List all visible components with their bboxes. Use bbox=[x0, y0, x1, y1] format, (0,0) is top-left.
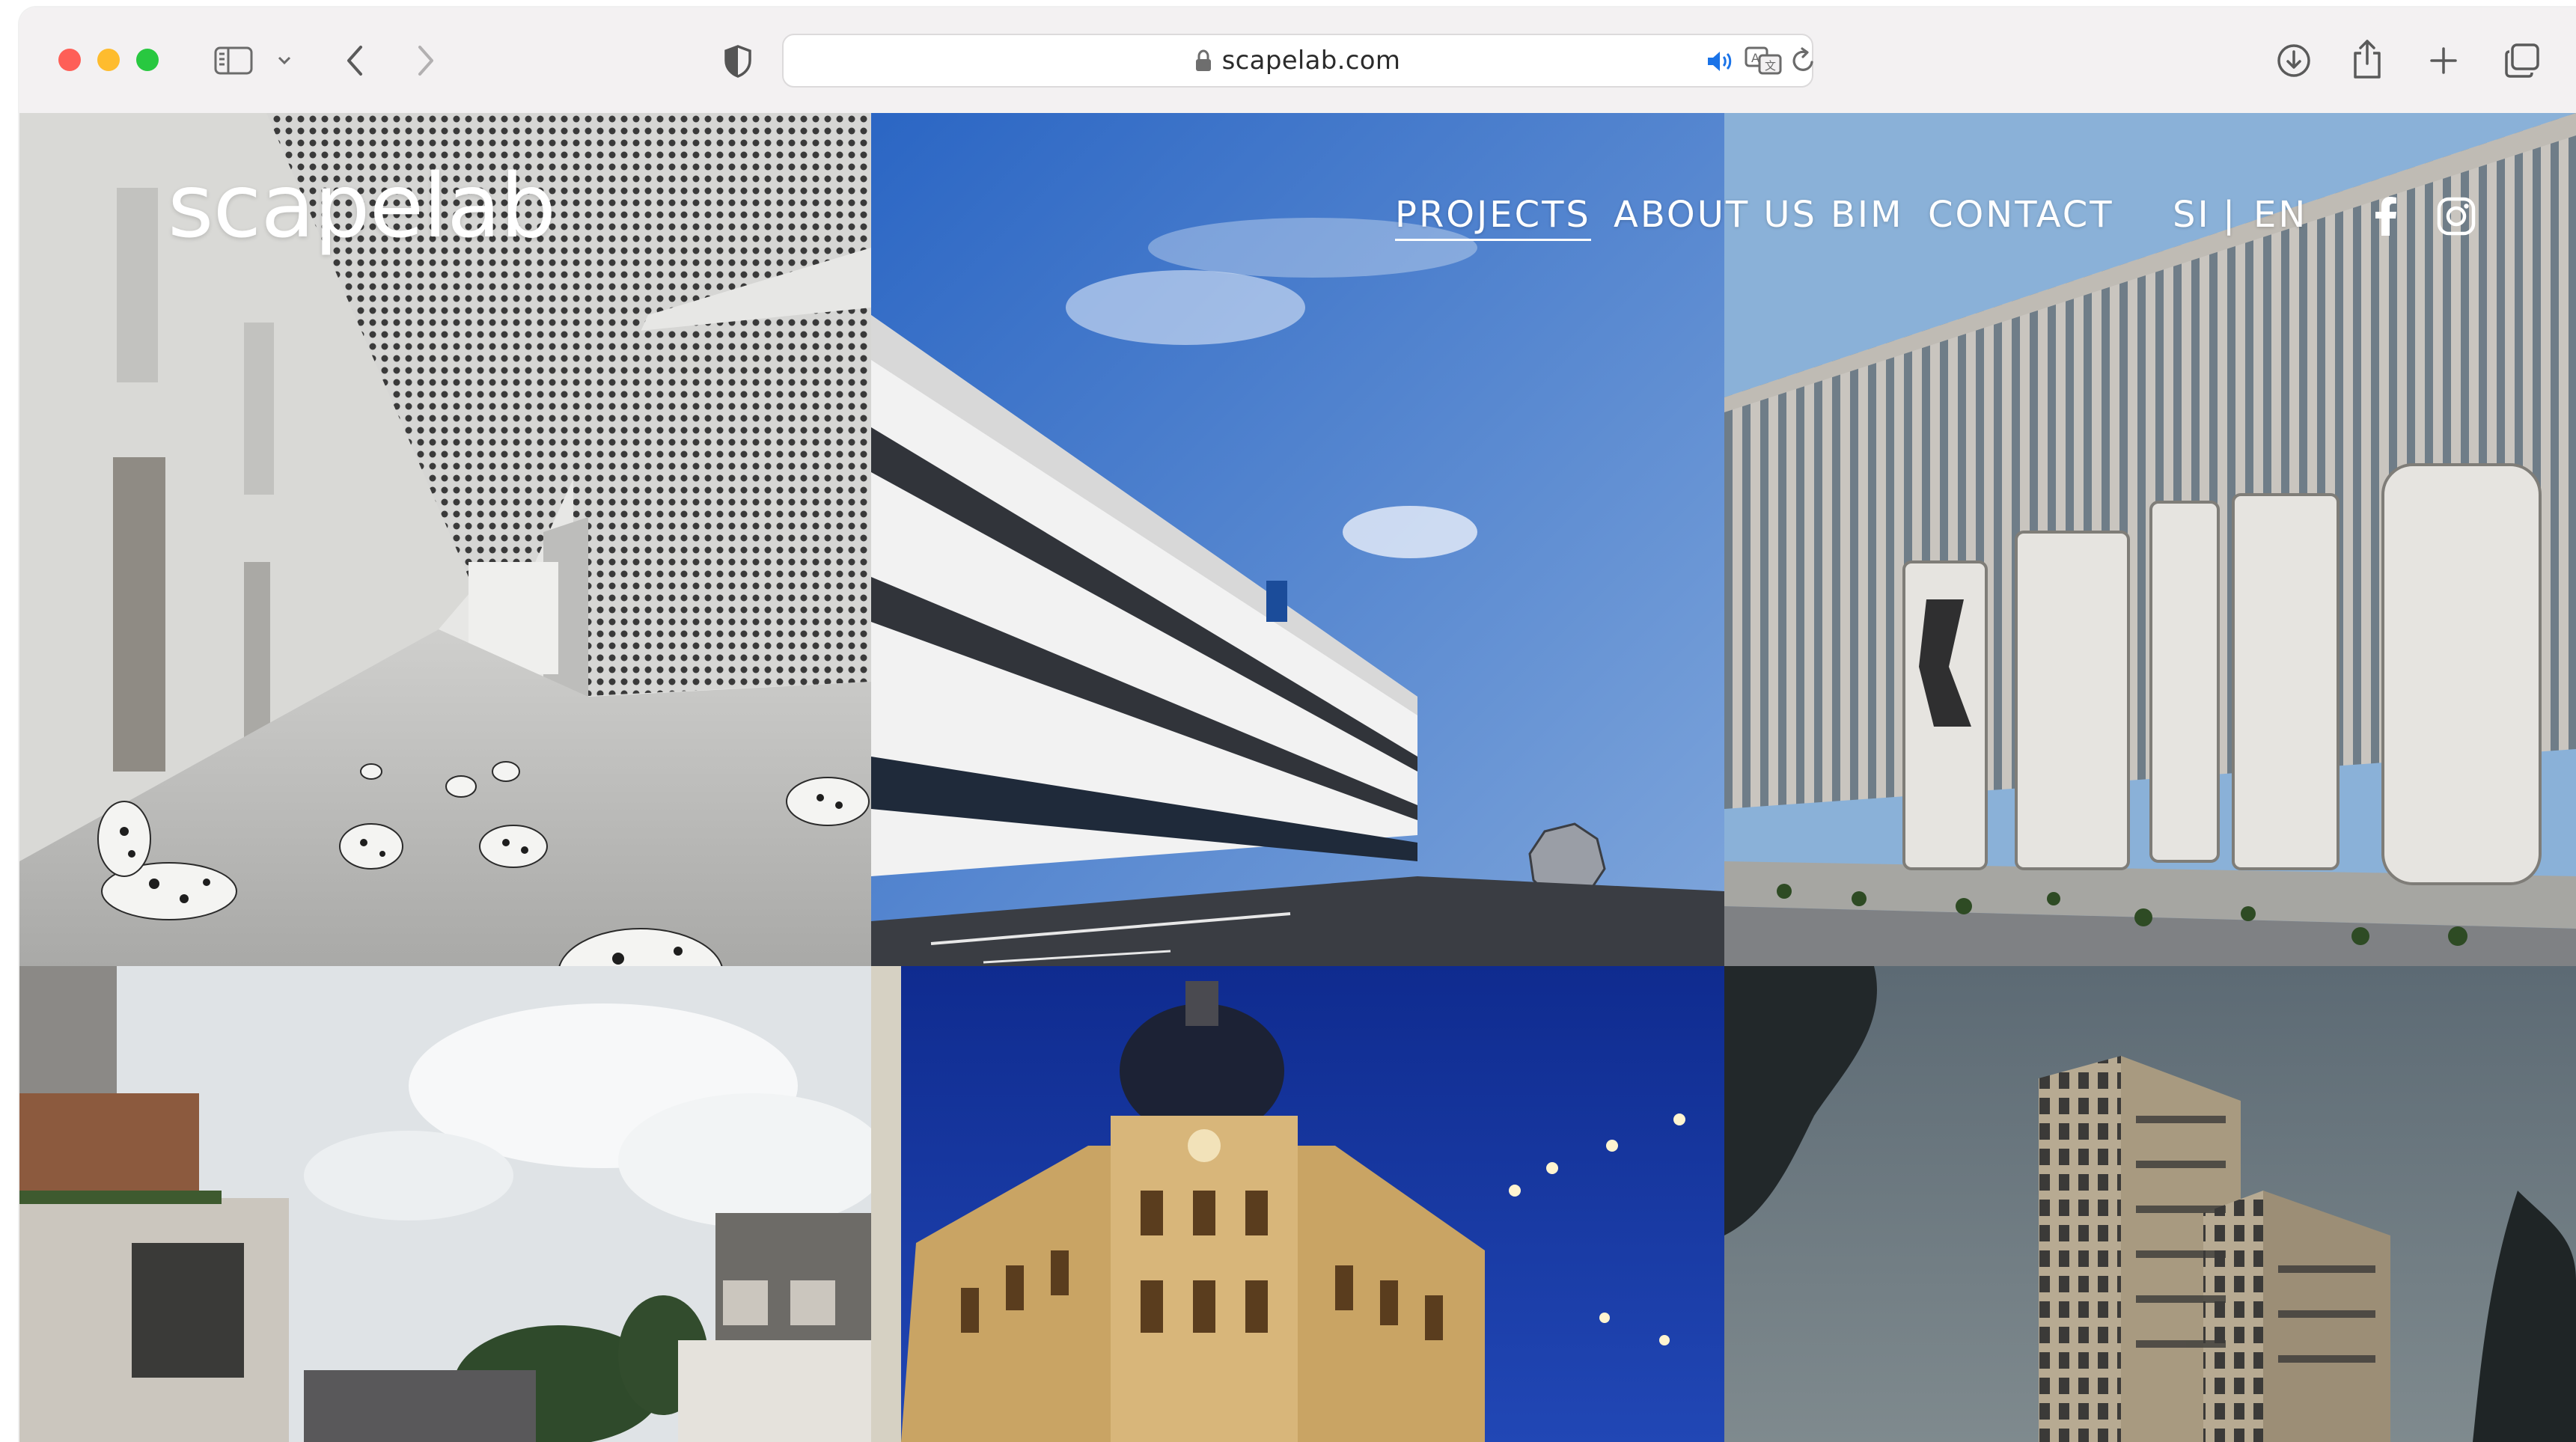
url-text: scapelab.com bbox=[1221, 46, 1401, 76]
browser-toolbar: scapelab.com A 文 bbox=[19, 7, 2576, 114]
downloads-button[interactable] bbox=[2275, 42, 2313, 79]
new-tab-button[interactable] bbox=[2428, 45, 2459, 76]
main-navigation: PROJECTS ABOUT US BIM CONTACT SI | EN bbox=[19, 194, 2576, 254]
browser-window: scapelab.com A 文 scapelab PROJECTS ABOUT… bbox=[19, 7, 2576, 1442]
privacy-report-button[interactable] bbox=[721, 43, 754, 79]
instagram-icon bbox=[2437, 197, 2476, 236]
sidebar-menu-button[interactable] bbox=[275, 52, 293, 69]
address-bar[interactable]: scapelab.com A 文 bbox=[782, 34, 1813, 88]
project-image-towers bbox=[1724, 966, 2576, 1442]
language-separator: | bbox=[2223, 194, 2238, 236]
forward-button[interactable] bbox=[411, 42, 441, 79]
sidebar-toggle-button[interactable] bbox=[213, 45, 254, 76]
facebook-icon bbox=[2375, 197, 2396, 236]
nav-contact[interactable]: CONTACT bbox=[1928, 194, 2114, 236]
translate-button[interactable]: A 文 bbox=[1744, 46, 1783, 76]
minimize-window-button[interactable] bbox=[97, 49, 120, 71]
lock-icon bbox=[1195, 49, 1212, 72]
audio-button[interactable] bbox=[1705, 48, 1735, 75]
speaker-icon bbox=[1708, 52, 1732, 71]
project-tile-historic-building[interactable] bbox=[871, 966, 1724, 1442]
project-image-residential bbox=[19, 966, 871, 1442]
nav-about-us[interactable]: ABOUT US bbox=[1614, 194, 1817, 236]
facebook-link[interactable] bbox=[2375, 197, 2398, 239]
share-icon bbox=[2354, 40, 2381, 79]
download-icon bbox=[2277, 44, 2310, 77]
web-page: ELES bbox=[19, 113, 2576, 1442]
chevron-down-icon bbox=[278, 56, 291, 65]
nav-bim[interactable]: BIM bbox=[1831, 194, 1904, 236]
tab-overview-icon bbox=[2505, 43, 2539, 78]
new-tab-icon bbox=[2430, 47, 2457, 74]
svg-text:文: 文 bbox=[1765, 59, 1776, 73]
site-header: scapelab PROJECTS ABOUT US BIM CONTACT S… bbox=[19, 113, 2576, 308]
close-window-button[interactable] bbox=[58, 49, 81, 71]
forward-icon bbox=[418, 46, 433, 76]
eles-sign-text: ELES bbox=[2024, 775, 2053, 789]
nav-projects[interactable]: PROJECTS bbox=[1395, 194, 1591, 241]
instagram-link[interactable] bbox=[2437, 197, 2476, 239]
back-icon bbox=[347, 46, 362, 76]
tab-overview-button[interactable] bbox=[2503, 42, 2542, 79]
privacy-shield-icon bbox=[724, 45, 751, 78]
language-si[interactable]: SI bbox=[2173, 194, 2211, 236]
sidebar-icon bbox=[214, 46, 253, 75]
project-tile-towers[interactable] bbox=[1724, 966, 2576, 1442]
translate-icon: A 文 bbox=[1745, 46, 1782, 75]
project-tile-residential[interactable] bbox=[19, 966, 871, 1442]
share-button[interactable] bbox=[2350, 37, 2384, 81]
zoom-window-button[interactable] bbox=[136, 49, 159, 71]
language-en[interactable]: EN bbox=[2253, 194, 2307, 236]
back-button[interactable] bbox=[340, 42, 370, 79]
svg-text:A: A bbox=[1751, 51, 1759, 65]
reload-button[interactable] bbox=[1790, 46, 1817, 75]
project-image-historic bbox=[871, 966, 1724, 1442]
reload-icon bbox=[1792, 47, 1813, 71]
